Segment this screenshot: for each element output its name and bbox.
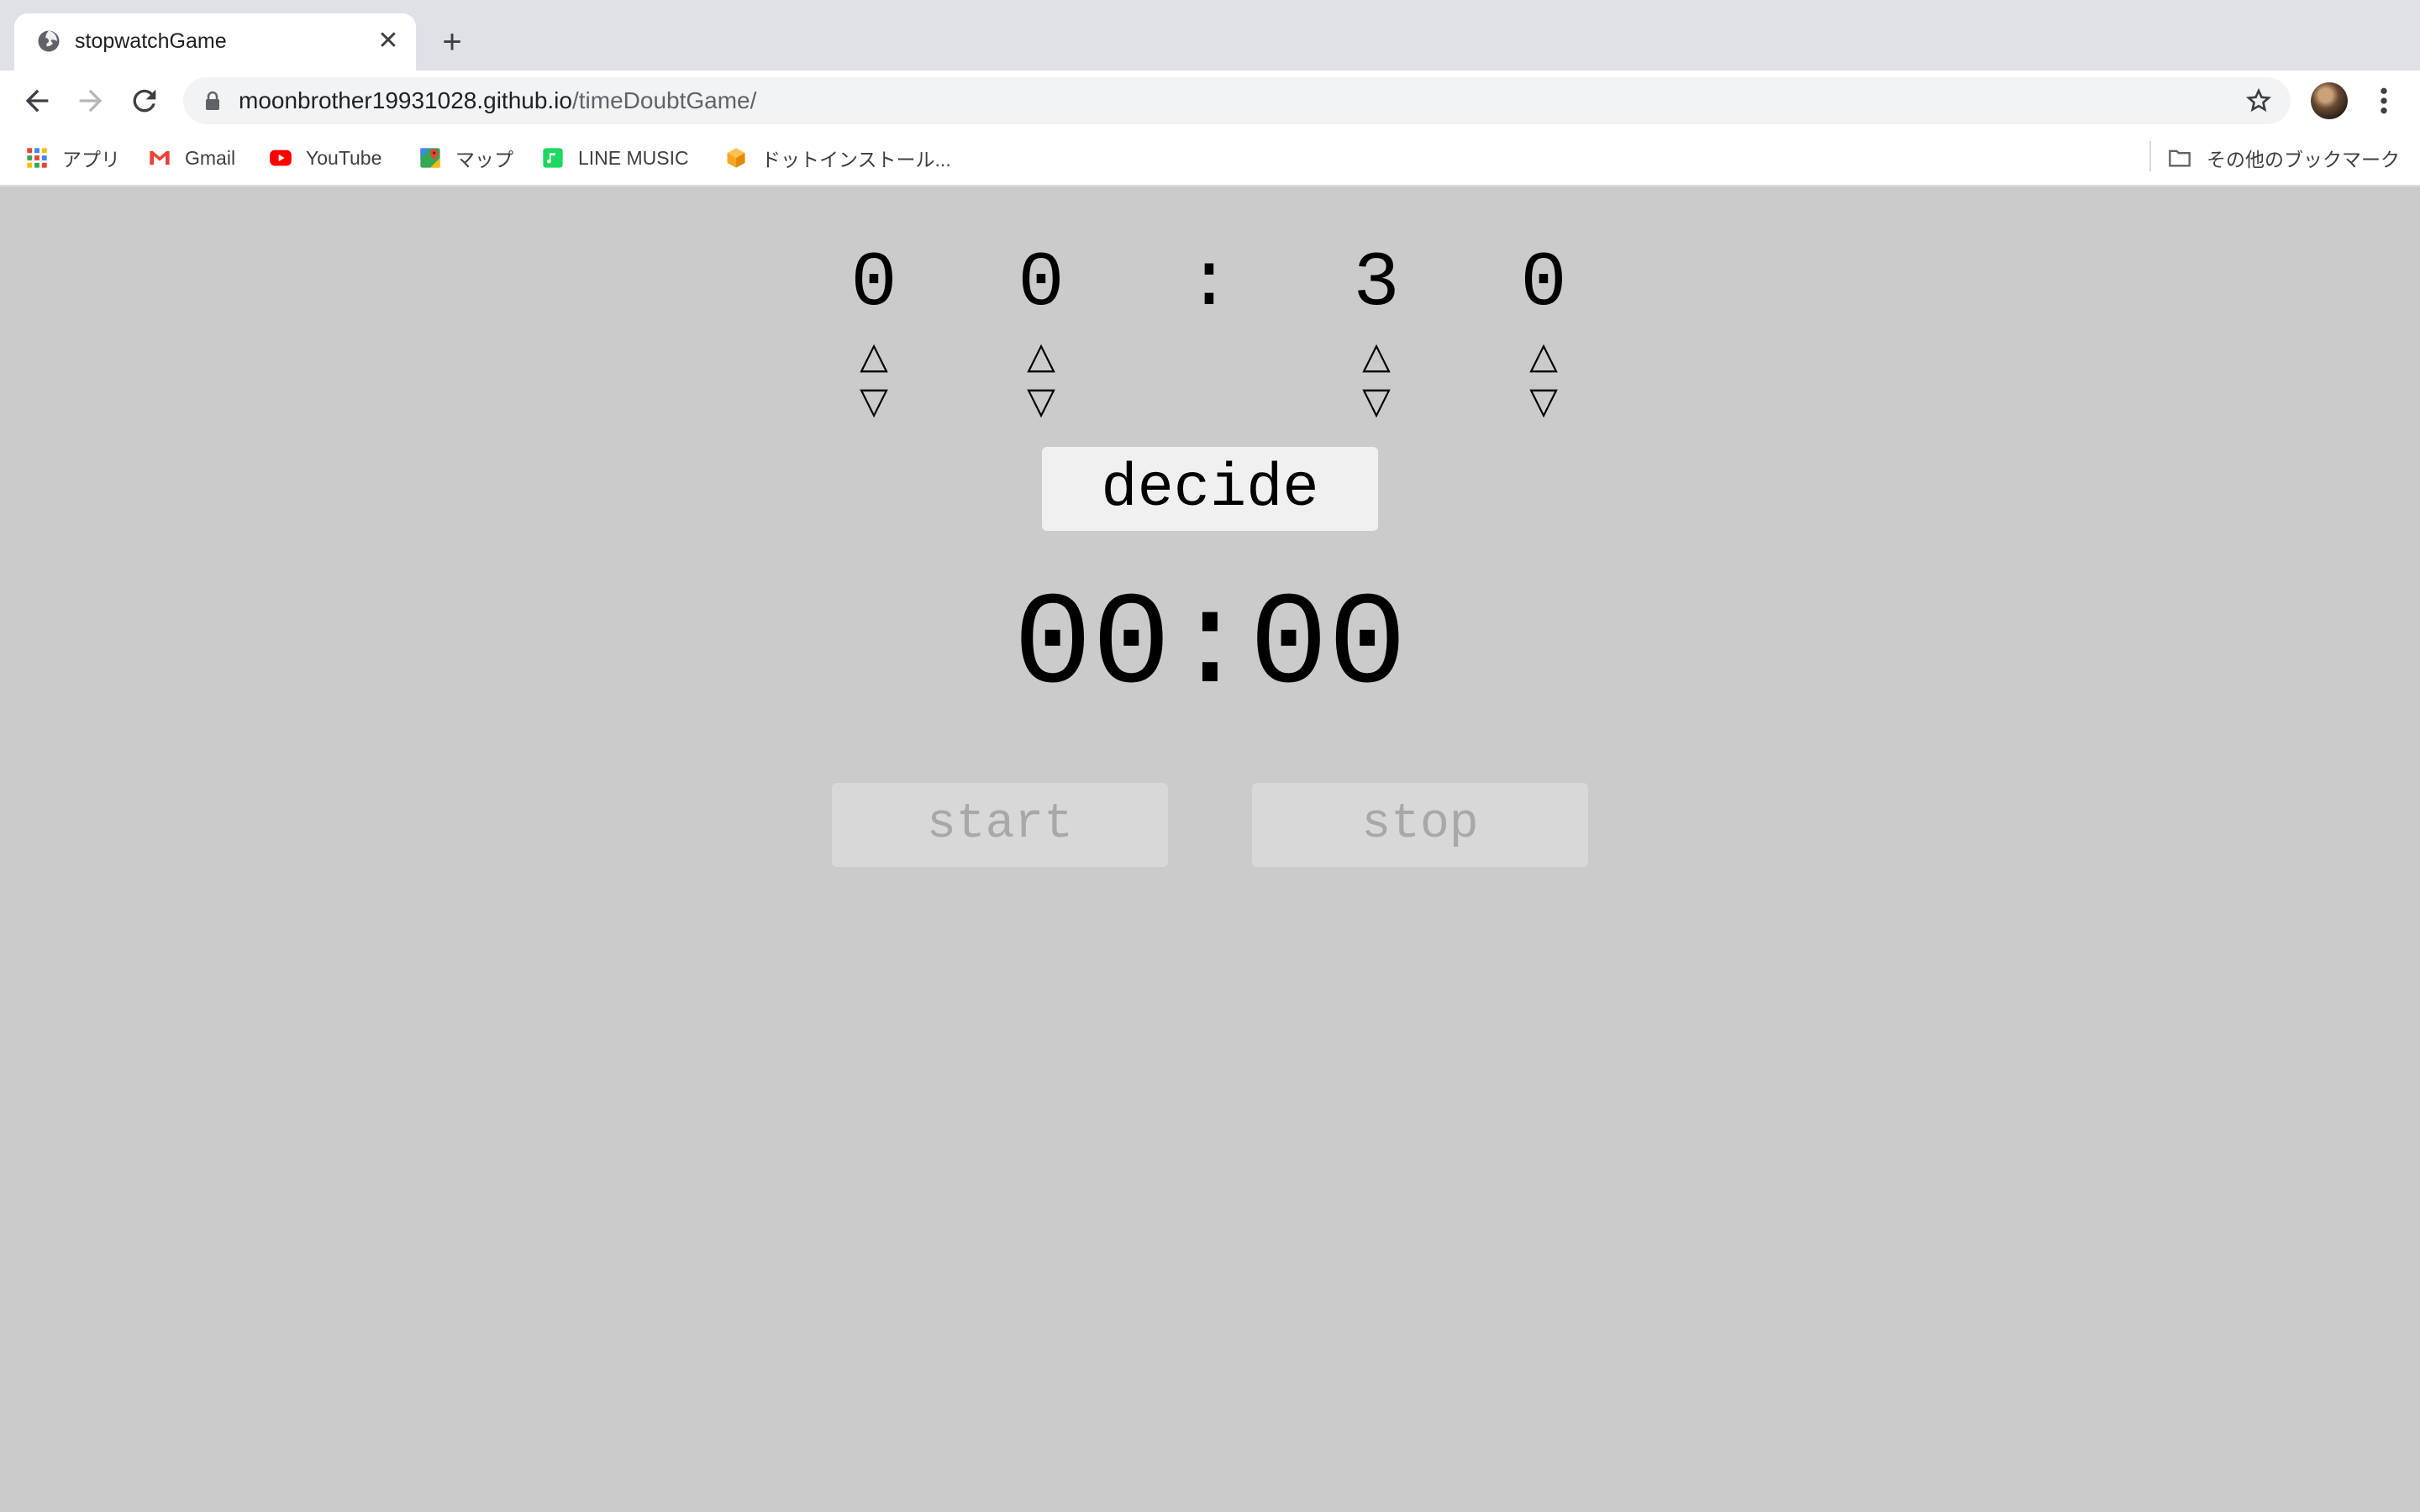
seconds-tens-digit: 3 [1353, 239, 1400, 328]
new-tab-button[interactable]: + [435, 25, 469, 59]
bookmark-gmail[interactable]: Gmail [148, 144, 235, 171]
decide-button[interactable]: decide [1042, 447, 1378, 531]
seconds-ones-digit: 0 [1520, 239, 1567, 328]
apps-grid-icon [27, 148, 47, 168]
other-bookmarks[interactable]: その他のブックマーク [2168, 144, 2400, 171]
bookmark-youtube[interactable]: YouTube [269, 144, 381, 171]
bookmark-label: Gmail [185, 146, 236, 169]
seconds-tens-up-button[interactable]: △ [1351, 338, 1402, 375]
url-host: moonbrother19931028.github.io [239, 87, 572, 113]
bookmarks-separator [2149, 141, 2151, 171]
bookmark-label: マップ [455, 149, 513, 171]
bookmark-star-icon[interactable] [2245, 87, 2272, 114]
minutes-ones-up-button[interactable]: △ [1016, 338, 1066, 375]
tab-title: stopwatchGame [75, 29, 227, 53]
bookmark-dotinstall[interactable]: ドットインストール... [724, 144, 951, 171]
setter-colon: : [1186, 239, 1233, 328]
address-bar[interactable]: moonbrother19931028.github.io/timeDoubtG… [183, 77, 2291, 124]
bookmark-label: アプリ [62, 149, 120, 171]
url-text[interactable]: moonbrother19931028.github.io/timeDoubtG… [239, 87, 756, 114]
minutes-tens-digit: 0 [850, 239, 897, 328]
gmail-icon [150, 150, 170, 165]
tab-strip: stopwatchGame ✕ + [0, 0, 2420, 71]
stop-button[interactable]: stop [1252, 783, 1588, 867]
browser-tab[interactable]: stopwatchGame ✕ [14, 13, 416, 71]
bookmark-maps[interactable]: マップ [418, 144, 513, 171]
lock-icon[interactable] [203, 91, 222, 111]
minutes-tens-up-button[interactable]: △ [849, 338, 899, 375]
reload-icon[interactable] [128, 84, 161, 118]
minutes-tens-down-button[interactable]: ▽ [849, 383, 899, 420]
profile-avatar[interactable] [2311, 82, 2348, 119]
line-music-icon [543, 148, 563, 168]
minutes-ones-digit: 0 [1018, 239, 1065, 328]
close-tab-icon[interactable]: ✕ [374, 27, 402, 55]
bookmark-label: LINE MUSIC [578, 146, 689, 169]
youtube-icon [270, 150, 292, 166]
browser-toolbar: moonbrother19931028.github.io/timeDoubtG… [0, 71, 2420, 131]
back-arrow-icon[interactable] [20, 84, 54, 118]
globe-icon [38, 30, 60, 52]
kebab-menu-icon[interactable] [2371, 84, 2396, 118]
seconds-ones-up-button[interactable]: △ [1518, 338, 1569, 375]
seconds-tens-down-button[interactable]: ▽ [1351, 383, 1402, 420]
seconds-ones-down-button[interactable]: ▽ [1518, 383, 1569, 420]
url-path: /timeDoubtGame/ [571, 87, 757, 113]
forward-arrow-icon[interactable] [74, 84, 108, 118]
bookmarks-bar: アプリ Gmail YouTube マップ LINE MUSIC ドットインスト… [0, 131, 2420, 186]
folder-icon [2169, 150, 2191, 167]
bookmark-apps[interactable]: アプリ [25, 144, 120, 171]
minutes-ones-down-button[interactable]: ▽ [1016, 383, 1066, 420]
start-button[interactable]: start [832, 783, 1168, 867]
other-bookmarks-label: その他のブックマーク [2207, 149, 2400, 171]
bookmark-label: ドットインストール... [761, 149, 951, 171]
timer-display: 00:00 [1013, 572, 1407, 721]
bookmark-line-music[interactable]: LINE MUSIC [541, 144, 689, 171]
dotinstall-icon [727, 148, 745, 168]
bookmark-label: YouTube [306, 146, 382, 169]
maps-icon [420, 148, 440, 168]
